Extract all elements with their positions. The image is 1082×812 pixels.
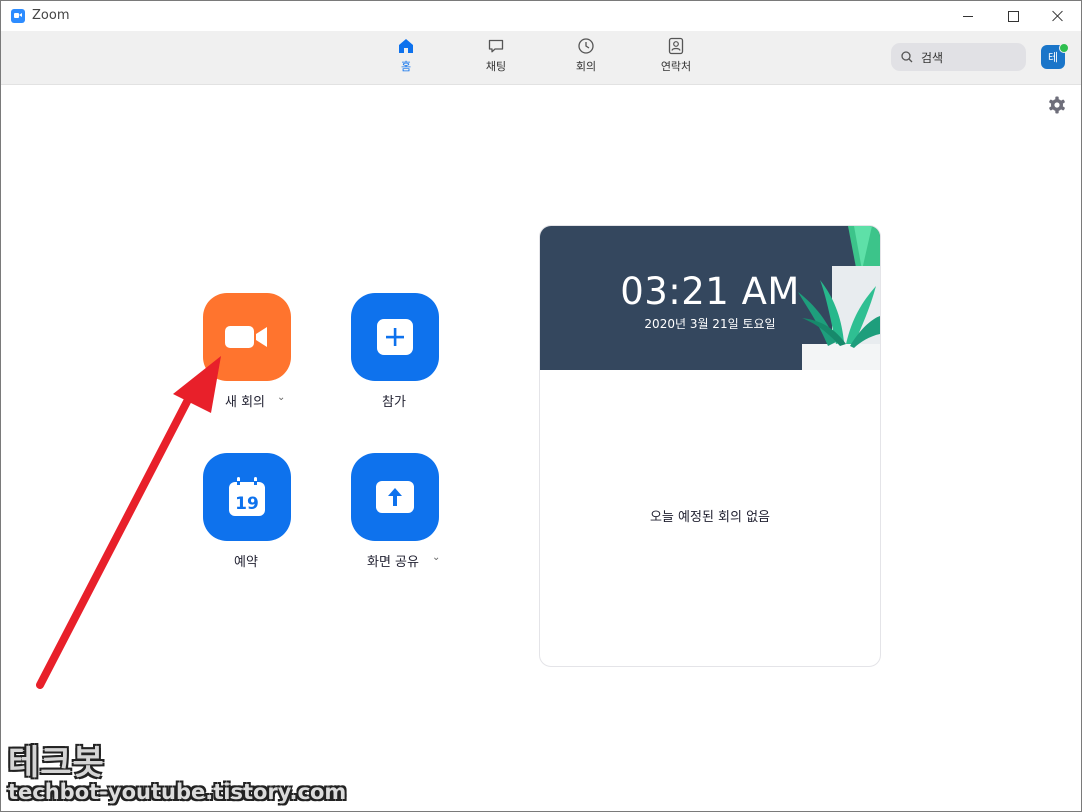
upload-arrow-icon (376, 481, 414, 513)
tab-home-label: 홈 (400, 60, 412, 73)
contacts-icon (668, 37, 684, 55)
title-bar: Zoom (1, 1, 1081, 31)
gear-icon[interactable] (1048, 96, 1066, 114)
tab-chat[interactable]: 채팅 (466, 37, 526, 79)
home-icon (399, 39, 413, 53)
tab-meetings[interactable]: 회의 (556, 37, 616, 79)
top-nav-bar: 홈 채팅 회의 연락처 검색 테 (1, 31, 1081, 85)
tab-home[interactable]: 홈 (376, 37, 436, 79)
search-input[interactable] (919, 47, 1023, 69)
tab-chat-label: 채팅 (485, 60, 507, 73)
search-box[interactable] (891, 43, 1026, 71)
plus-icon (377, 319, 413, 355)
minimize-button[interactable] (945, 1, 991, 31)
chat-icon (488, 39, 504, 53)
no-meetings-message: 오늘 예정된 회의 없음 (649, 510, 771, 525)
calendar-day-number: 19 (235, 494, 259, 514)
clock-icon (578, 38, 594, 54)
join-button[interactable] (351, 293, 439, 381)
window-title: Zoom (32, 8, 70, 23)
schedule-label: 예약 (234, 555, 258, 570)
current-date: 2020년 3월 21일 토요일 (644, 317, 776, 331)
watermark-url: techbot-youtube.tistory.com (8, 780, 347, 804)
new-meeting-dropdown-caret[interactable]: ⌄ (277, 392, 285, 403)
join-label: 참가 (382, 395, 406, 410)
new-meeting-button[interactable] (203, 293, 291, 381)
new-meeting-label: 새 회의 (225, 395, 266, 410)
tab-contacts[interactable]: 연락처 (646, 37, 706, 79)
tab-contacts-label: 연락처 (660, 60, 692, 73)
watermark-title: 테크봇 (8, 743, 105, 783)
maximize-button[interactable] (990, 1, 1036, 31)
share-screen-button[interactable] (351, 453, 439, 541)
tab-meetings-label: 회의 (575, 60, 597, 73)
clock-banner: 03:21 AM 2020년 3월 21일 토요일 (540, 226, 880, 370)
schedule-button[interactable]: 19 (203, 453, 291, 541)
current-time: 03:21 AM (620, 270, 800, 313)
video-camera-icon (225, 326, 267, 348)
minimize-icon (963, 15, 973, 17)
presence-status-dot (1059, 43, 1069, 53)
upcoming-meetings-card: 03:21 AM 2020년 3월 21일 토요일 오늘 예정된 회의 없음 (539, 225, 881, 667)
share-screen-label: 화면 공유 (367, 555, 419, 570)
calendar-icon: 19 (229, 477, 265, 516)
share-screen-dropdown-caret[interactable]: ⌄ (432, 552, 440, 563)
maximize-icon (1007, 10, 1019, 22)
zoom-app-icon (11, 9, 25, 23)
close-icon (1052, 10, 1064, 22)
search-icon (901, 51, 913, 63)
close-button[interactable] (1035, 1, 1081, 31)
zoom-window: Zoom 홈 채팅 회의 연락처 검색 테 새 회의 ⌄ 참가 19 예약 화면… (0, 0, 1082, 812)
